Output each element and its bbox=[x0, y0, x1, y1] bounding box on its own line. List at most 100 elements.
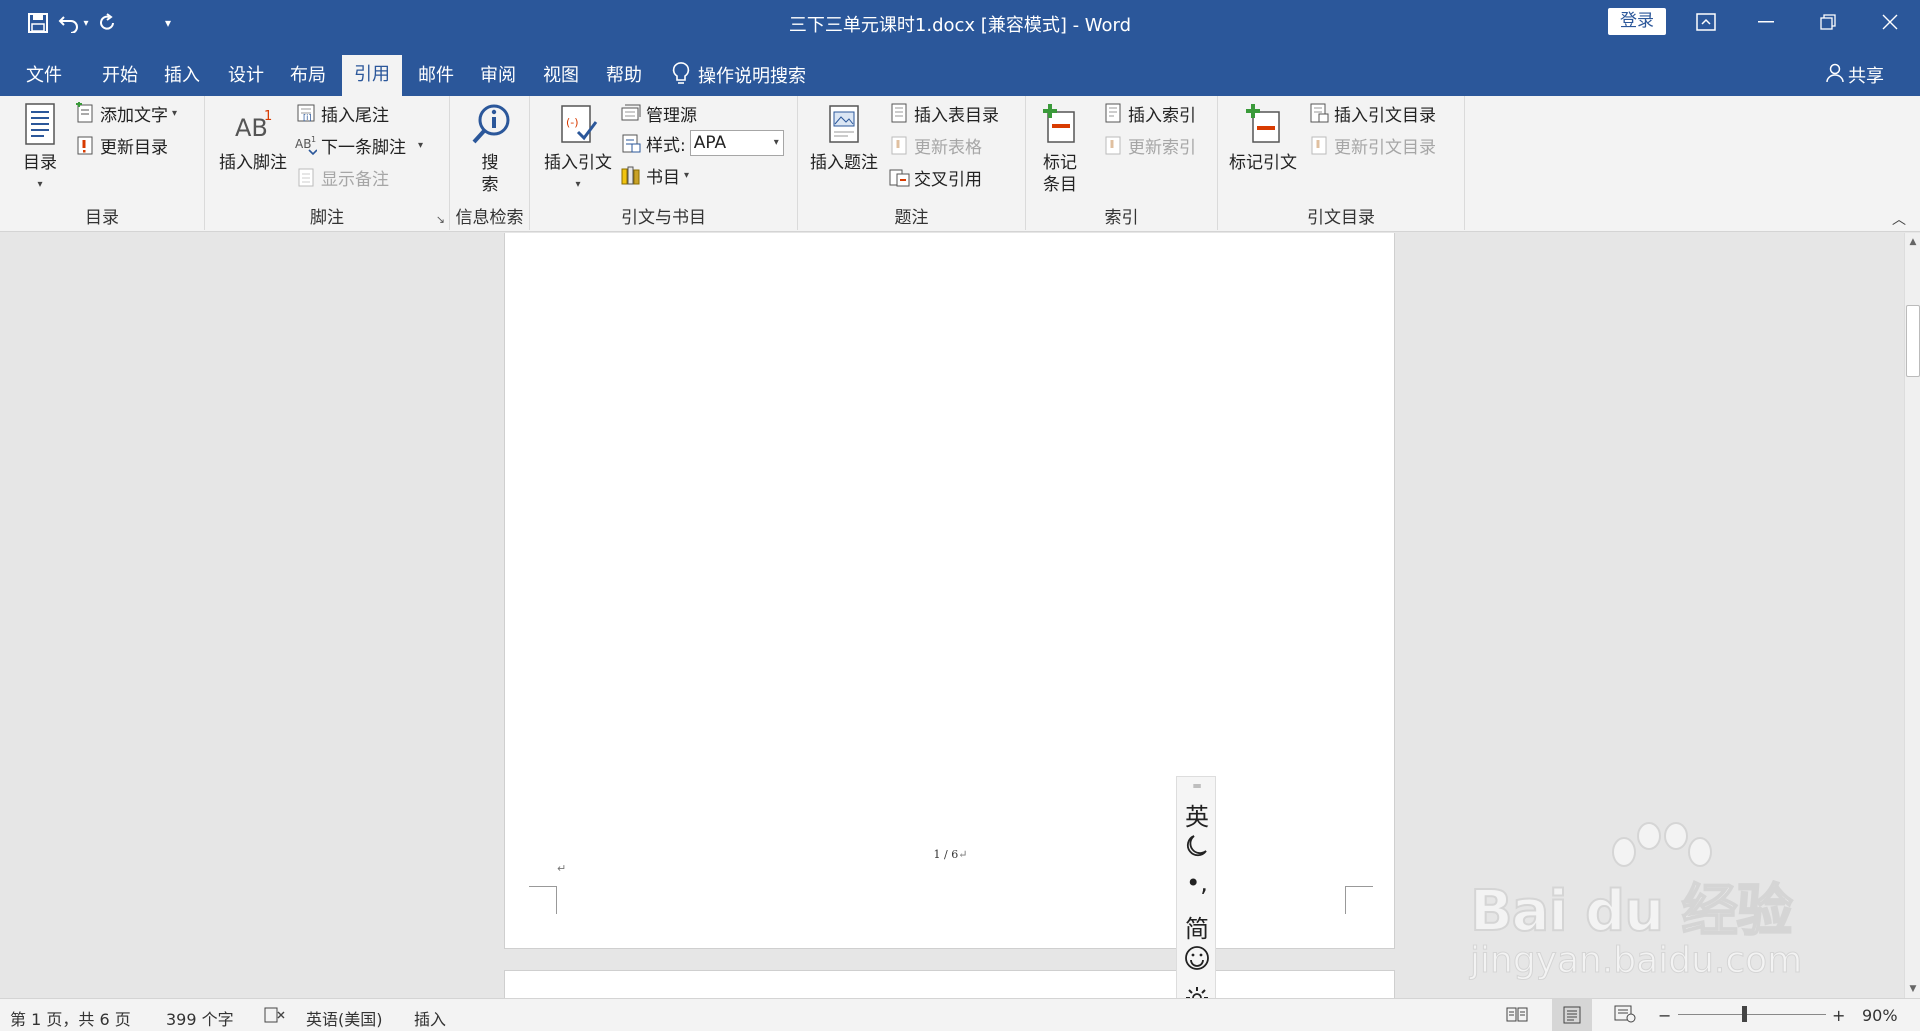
zoom-slider-thumb[interactable] bbox=[1741, 1006, 1747, 1022]
cross-reference-button[interactable]: 交叉引用 bbox=[888, 164, 982, 190]
bibliography-dropdown-icon: ▾ bbox=[684, 169, 690, 181]
tell-me-search[interactable]: 操作说明搜索 bbox=[672, 60, 806, 90]
restore-icon[interactable] bbox=[1800, 0, 1856, 44]
group-label-toc: 目录 bbox=[85, 208, 119, 228]
emoji-icon[interactable] bbox=[1177, 945, 1217, 977]
next-footnote-dropdown-icon: ▾ bbox=[418, 139, 424, 151]
tab-references[interactable]: 引用 bbox=[342, 55, 402, 96]
update-toc-label: 更新目录 bbox=[100, 137, 168, 158]
login-button[interactable]: 登录 bbox=[1608, 8, 1666, 35]
share-button[interactable]: 共享 bbox=[1826, 60, 1884, 90]
citation-style-select[interactable]: APA ▾ bbox=[689, 130, 784, 156]
zoom-in-button[interactable]: + bbox=[1832, 1006, 1845, 1025]
manage-sources-button[interactable]: 管理源 bbox=[620, 100, 697, 126]
watermark-brand: Bai du 经验 bbox=[1469, 878, 1794, 945]
moon-icon[interactable] bbox=[1177, 833, 1217, 865]
style-icon bbox=[622, 134, 641, 153]
group-index: 标记 条目 插入索引 更新索引 索引 bbox=[1026, 96, 1218, 230]
insert-index-button[interactable]: 插入索引 bbox=[1102, 100, 1196, 126]
proofing-icon[interactable] bbox=[264, 1006, 286, 1028]
tab-review[interactable]: 审阅 bbox=[470, 58, 526, 96]
status-bar: 第 1 页，共 6 页 399 个字 英语(美国) 插入 − + 90% bbox=[0, 998, 1920, 1031]
insert-caption-icon bbox=[829, 105, 859, 143]
bibliography-label: 书目 bbox=[646, 167, 680, 188]
insert-footnote-button[interactable]: AB 1 插入脚注 bbox=[215, 102, 291, 174]
paragraph-mark: ↵ bbox=[557, 862, 567, 875]
update-index-button[interactable]: 更新索引 bbox=[1102, 132, 1196, 158]
tab-mailings[interactable]: 邮件 bbox=[408, 58, 464, 96]
insert-caption-button[interactable]: 插入题注 bbox=[804, 102, 884, 174]
minimize-icon[interactable] bbox=[1738, 0, 1794, 44]
ime-mode-toggle[interactable]: 英 bbox=[1177, 797, 1217, 832]
status-language[interactable]: 英语(美国) bbox=[306, 1006, 383, 1030]
ribbon-display-options-icon[interactable] bbox=[1678, 0, 1734, 44]
update-toa-label: 更新引文目录 bbox=[1334, 137, 1436, 158]
crop-mark-left bbox=[529, 886, 557, 914]
group-table-of-authorities: 标记引文 插入引文目录 更新引文目录 引文目录 bbox=[1218, 96, 1465, 230]
tab-home[interactable]: 开始 bbox=[92, 58, 148, 96]
status-insert-mode[interactable]: 插入 bbox=[414, 1006, 446, 1030]
manage-sources-icon bbox=[621, 104, 641, 121]
print-layout-icon[interactable] bbox=[1552, 999, 1592, 1031]
next-footnote-button[interactable]: AB 1 下一条脚注 ▾ bbox=[295, 132, 423, 158]
insert-toa-button[interactable]: 插入引文目录 bbox=[1308, 100, 1436, 126]
update-toa-button[interactable]: 更新引文目录 bbox=[1308, 132, 1436, 158]
tab-design[interactable]: 设计 bbox=[218, 58, 274, 96]
insert-table-of-figures-button[interactable]: 插入表目录 bbox=[888, 100, 999, 126]
group-label-footnotes: 脚注 bbox=[310, 208, 344, 228]
add-text-button[interactable]: 添加文字 ▾ bbox=[74, 100, 177, 126]
search-button[interactable]: 搜 索 bbox=[464, 102, 516, 196]
document-page[interactable]: ↵ 1 / 6↵ bbox=[504, 233, 1395, 949]
endnote-icon: [i] bbox=[297, 104, 315, 122]
insert-index-label: 插入索引 bbox=[1128, 105, 1196, 126]
zoom-out-button[interactable]: − bbox=[1658, 1006, 1671, 1025]
bibliography-button[interactable]: 书目 ▾ bbox=[620, 162, 689, 188]
svg-text:AB: AB bbox=[295, 137, 311, 151]
insert-citation-button[interactable]: (-) 插入引文 ▾ bbox=[538, 102, 618, 196]
svg-text:1: 1 bbox=[264, 109, 272, 124]
scroll-down-icon[interactable]: ▼ bbox=[1905, 980, 1920, 998]
show-notes-button[interactable]: 显示备注 bbox=[295, 164, 389, 190]
tab-layout[interactable]: 布局 bbox=[280, 58, 336, 96]
toc-label: 目录 bbox=[23, 153, 57, 173]
citation-style-dropdown-icon: ▾ bbox=[773, 137, 779, 148]
tab-insert[interactable]: 插入 bbox=[154, 58, 210, 96]
read-mode-icon[interactable] bbox=[1506, 1005, 1528, 1027]
collapse-ribbon-icon[interactable]: ︿ bbox=[1892, 209, 1906, 229]
page-number-text: 1 / 6 bbox=[933, 848, 959, 861]
footnote-dialog-launcher-icon[interactable]: ↘ bbox=[436, 213, 445, 226]
update-table-button[interactable]: 更新表格 bbox=[888, 132, 982, 158]
group-label-index: 索引 bbox=[1104, 208, 1139, 228]
update-toc-button[interactable]: 更新目录 bbox=[74, 132, 168, 158]
insert-endnote-button[interactable]: [i] 插入尾注 bbox=[295, 100, 389, 126]
cross-reference-icon bbox=[889, 169, 910, 187]
ribbon: 目录 ▾ 添加文字 ▾ 更新目录 目录 AB 1 插入脚注 [i] 插入尾注 AB 1… bbox=[0, 96, 1920, 232]
show-notes-icon bbox=[298, 168, 314, 187]
style-label: 样式: bbox=[646, 135, 686, 156]
toc-button[interactable]: 目录 ▾ bbox=[14, 102, 66, 196]
scroll-thumb[interactable] bbox=[1906, 305, 1920, 377]
zoom-level[interactable]: 90% bbox=[1862, 1006, 1898, 1025]
insert-index-icon bbox=[1105, 103, 1121, 123]
web-layout-icon[interactable] bbox=[1614, 1005, 1636, 1027]
mark-citation-button[interactable]: 标记引文 bbox=[1226, 102, 1300, 174]
ime-drag-handle-icon[interactable]: ═ bbox=[1177, 779, 1217, 793]
status-word-count[interactable]: 399 个字 bbox=[166, 1006, 234, 1030]
insert-table-of-figures-label: 插入表目录 bbox=[914, 105, 999, 126]
ime-charset-toggle[interactable]: 简 bbox=[1177, 909, 1217, 944]
update-index-icon bbox=[1105, 136, 1121, 155]
vertical-scrollbar[interactable]: ▲ ▼ bbox=[1904, 233, 1920, 998]
mark-entry-button[interactable]: 标记 条目 bbox=[1032, 102, 1088, 196]
mark-citation-icon bbox=[1246, 104, 1280, 143]
ime-punctuation-toggle[interactable]: •, bbox=[1177, 869, 1217, 897]
close-icon[interactable] bbox=[1862, 0, 1918, 44]
group-citations: (-) 插入引文 ▾ 管理源 样式: APA ▾ 书目 ▾ 引文与书目 bbox=[530, 96, 798, 230]
tab-file[interactable]: 文件 bbox=[16, 58, 72, 96]
zoom-slider-track[interactable] bbox=[1678, 1014, 1826, 1015]
document-page-next[interactable] bbox=[504, 970, 1395, 998]
status-page-count[interactable]: 第 1 页，共 6 页 bbox=[10, 1006, 131, 1030]
footnote-icon: AB1 bbox=[235, 109, 272, 142]
tab-help[interactable]: 帮助 bbox=[596, 58, 652, 96]
tab-view[interactable]: 视图 bbox=[533, 58, 589, 96]
scroll-up-icon[interactable]: ▲ bbox=[1905, 233, 1920, 251]
